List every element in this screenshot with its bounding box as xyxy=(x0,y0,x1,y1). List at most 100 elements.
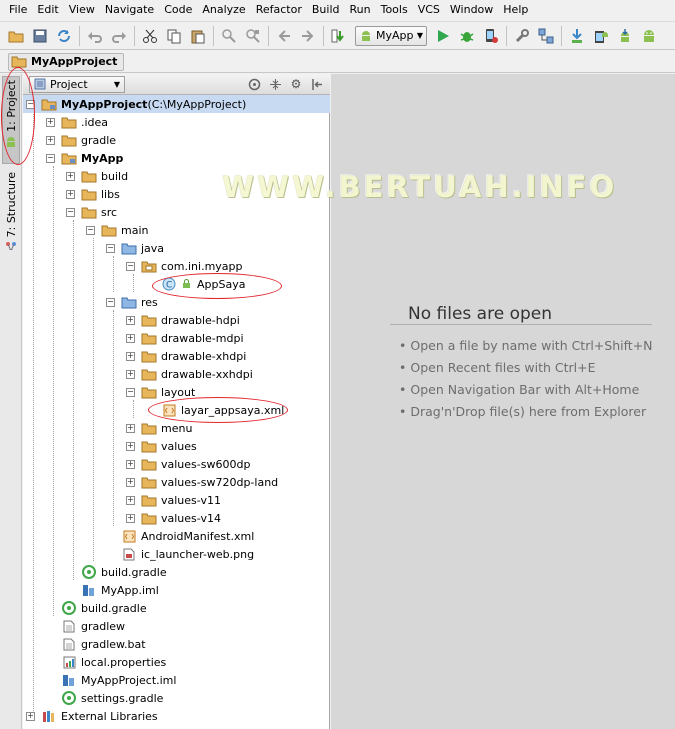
menu-help[interactable]: Help xyxy=(498,0,533,20)
collapse-toggle-icon[interactable]: − xyxy=(66,207,75,217)
menu-refactor[interactable]: Refactor xyxy=(251,0,307,20)
make-project-icon[interactable] xyxy=(329,26,349,46)
save-all-icon[interactable] xyxy=(30,26,50,46)
expand-toggle-icon[interactable]: + xyxy=(46,135,55,145)
android-monitor-icon[interactable] xyxy=(639,26,659,46)
tree-item-build-folder[interactable]: + build xyxy=(66,167,128,185)
collapse-toggle-icon[interactable]: − xyxy=(106,297,115,307)
menu-build[interactable]: Build xyxy=(307,0,345,20)
project-structure-icon[interactable] xyxy=(536,26,556,46)
menu-window[interactable]: Window xyxy=(445,0,498,20)
forward-icon[interactable] xyxy=(298,26,318,46)
cut-icon[interactable] xyxy=(140,26,160,46)
expand-toggle-icon[interactable]: + xyxy=(126,459,135,469)
menu-vcs[interactable]: VCS xyxy=(413,0,445,20)
menu-run[interactable]: Run xyxy=(345,0,376,20)
tree-item-ic-launcher-web[interactable]: ic_launcher-web.png xyxy=(106,545,254,563)
sync-icon[interactable] xyxy=(54,26,74,46)
expand-toggle-icon[interactable]: + xyxy=(66,189,75,199)
redo-icon[interactable] xyxy=(109,26,129,46)
tree-item-myapp[interactable]: − MyApp xyxy=(46,149,123,167)
undo-icon[interactable] xyxy=(85,26,105,46)
tree-item-myapp-iml[interactable]: MyApp.iml xyxy=(66,581,159,599)
collapse-toggle-icon[interactable]: − xyxy=(126,261,135,271)
expand-toggle-icon[interactable]: + xyxy=(126,477,135,487)
tree-item-values[interactable]: + values xyxy=(126,437,197,455)
run-icon[interactable] xyxy=(433,26,453,46)
tab-project[interactable]: 1: Project xyxy=(2,76,20,164)
expand-toggle-icon[interactable]: + xyxy=(26,711,35,721)
tree-item-gradle[interactable]: + gradle xyxy=(46,131,116,149)
tree-item-values-v14[interactable]: + values-v14 xyxy=(126,509,221,527)
breadcrumb[interactable]: MyAppProject xyxy=(8,52,125,71)
tree-item-build-gradle[interactable]: build.gradle xyxy=(46,599,147,617)
project-view-select[interactable]: Project ▼ xyxy=(29,75,125,93)
run-configuration-select[interactable]: MyApp ▼ xyxy=(355,25,427,46)
tree-item-values-sw720dp-land[interactable]: + values-sw720dp-land xyxy=(126,473,278,491)
expand-toggle-icon[interactable]: + xyxy=(126,513,135,523)
tree-item-idea[interactable]: + .idea xyxy=(46,113,108,131)
expand-toggle-icon[interactable]: + xyxy=(126,333,135,343)
back-icon[interactable] xyxy=(274,26,294,46)
sync-gradle-icon[interactable] xyxy=(567,26,587,46)
find-icon[interactable] xyxy=(219,26,239,46)
tree-item-drawable-hdpi[interactable]: + drawable-hdpi xyxy=(126,311,240,329)
tree-item-androidmanifest[interactable]: AndroidManifest.xml xyxy=(106,527,254,545)
collapse-toggle-icon[interactable]: − xyxy=(86,225,95,235)
expand-toggle-icon[interactable]: + xyxy=(126,315,135,325)
hide-panel-icon[interactable] xyxy=(310,77,324,91)
tree-item-java[interactable]: − java xyxy=(106,239,164,257)
tree-item-myapp-build-gradle[interactable]: build.gradle xyxy=(66,563,167,581)
tree-item-drawable-xhdpi[interactable]: + drawable-xhdpi xyxy=(126,347,246,365)
replace-icon[interactable] xyxy=(243,26,263,46)
avd-manager-icon[interactable] xyxy=(591,26,611,46)
menu-navigate[interactable]: Navigate xyxy=(100,0,159,20)
tree-item-libs[interactable]: + libs xyxy=(66,185,120,203)
tab-structure[interactable]: 7: Structure xyxy=(2,170,20,250)
menu-view[interactable]: View xyxy=(64,0,100,20)
expand-toggle-icon[interactable]: + xyxy=(46,117,55,127)
expand-toggle-icon[interactable]: + xyxy=(66,171,75,181)
expand-toggle-icon[interactable]: + xyxy=(126,369,135,379)
tree-item-menu[interactable]: + menu xyxy=(126,419,192,437)
tree-item-values-sw600dp[interactable]: + values-sw600dp xyxy=(126,455,250,473)
collapse-toggle-icon[interactable]: − xyxy=(46,153,55,163)
tree-item-settings-gradle[interactable]: settings.gradle xyxy=(46,689,163,707)
tree-item-myappproject[interactable]: − MyAppProject (C:\MyAppProject) xyxy=(23,95,330,113)
tree-item-drawable-xxhdpi[interactable]: + drawable-xxhdpi xyxy=(126,365,253,383)
menu-edit[interactable]: Edit xyxy=(32,0,63,20)
menu-code[interactable]: Code xyxy=(159,0,197,20)
menu-tools[interactable]: Tools xyxy=(376,0,413,20)
sdk-manager-icon[interactable] xyxy=(615,26,635,46)
menu-analyze[interactable]: Analyze xyxy=(197,0,250,20)
tree-item-src[interactable]: − src xyxy=(66,203,117,221)
tree-item-appsaya[interactable]: C AppSaya xyxy=(146,275,245,293)
menu-file[interactable]: File xyxy=(4,0,32,20)
expand-toggle-icon[interactable]: + xyxy=(126,495,135,505)
paste-icon[interactable] xyxy=(188,26,208,46)
tree-item-gradlew[interactable]: gradlew xyxy=(46,617,125,635)
tree-item-package[interactable]: − com.ini.myapp xyxy=(126,257,243,275)
expand-toggle-icon[interactable]: + xyxy=(126,351,135,361)
tree-item-values-v11[interactable]: + values-v11 xyxy=(126,491,221,509)
tree-item-main[interactable]: − main xyxy=(86,221,148,239)
settings-wrench-icon[interactable] xyxy=(512,26,532,46)
expand-toggle-icon[interactable]: + xyxy=(126,441,135,451)
tree-item-gradlew-bat[interactable]: gradlew.bat xyxy=(46,635,146,653)
collapse-toggle-icon[interactable]: − xyxy=(26,99,35,109)
debug-icon[interactable] xyxy=(457,26,477,46)
tree-item-layar-appsaya-xml[interactable]: layar_appsaya.xml xyxy=(146,401,284,419)
tree-item-drawable-mdpi[interactable]: + drawable-mdpi xyxy=(126,329,244,347)
collapse-toggle-icon[interactable]: − xyxy=(106,243,115,253)
tree-item-layout[interactable]: − layout xyxy=(126,383,195,401)
open-folder-icon[interactable] xyxy=(6,26,26,46)
device-debug-icon[interactable] xyxy=(481,26,501,46)
collapse-toggle-icon[interactable]: − xyxy=(126,387,135,397)
scroll-from-source-icon[interactable] xyxy=(247,77,261,91)
tree-item-local-properties[interactable]: local.properties xyxy=(46,653,166,671)
tree-item-res[interactable]: − res xyxy=(106,293,158,311)
copy-icon[interactable] xyxy=(164,26,184,46)
tree-item-external-libraries[interactable]: + External Libraries xyxy=(26,707,158,725)
gear-icon[interactable]: ⚙ xyxy=(289,77,303,91)
expand-toggle-icon[interactable]: + xyxy=(126,423,135,433)
